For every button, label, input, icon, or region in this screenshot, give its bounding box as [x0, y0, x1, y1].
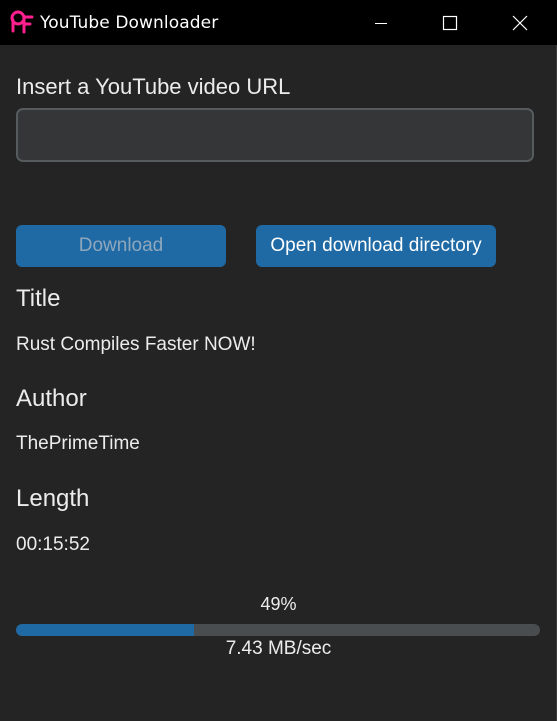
minimize-button[interactable]: [358, 0, 404, 45]
maximize-icon: [442, 15, 458, 30]
video-length-value: 00:15:52: [16, 534, 90, 555]
download-speed-label: 7.43 MB/sec: [225, 638, 332, 659]
length-heading: Length: [16, 485, 90, 512]
video-author-value: ThePrimeTime: [16, 433, 140, 454]
video-title-value: Rust Compiles Faster NOW!: [16, 334, 256, 355]
url-input[interactable]: [16, 108, 534, 162]
close-icon: [512, 15, 528, 30]
app-window: YouTube Downloader Insert a YouTube vide…: [0, 0, 557, 721]
author-heading: Author: [16, 385, 87, 412]
close-button[interactable]: [497, 0, 543, 45]
url-label: Insert a YouTube video URL: [16, 74, 291, 99]
window-title: YouTube Downloader: [40, 13, 219, 33]
title-bar[interactable]: YouTube Downloader: [0, 0, 557, 45]
progress-bar: [16, 624, 540, 636]
title-heading: Title: [16, 285, 61, 312]
progress-bar-fill: [16, 624, 195, 636]
open-download-directory-button[interactable]: Open download directory: [256, 225, 496, 267]
download-button[interactable]: Download: [16, 225, 226, 267]
maximize-button[interactable]: [427, 0, 473, 45]
minimize-icon: [375, 22, 387, 24]
progress-percent-label: 49%: [260, 594, 297, 614]
app-logo-icon: [10, 10, 34, 34]
